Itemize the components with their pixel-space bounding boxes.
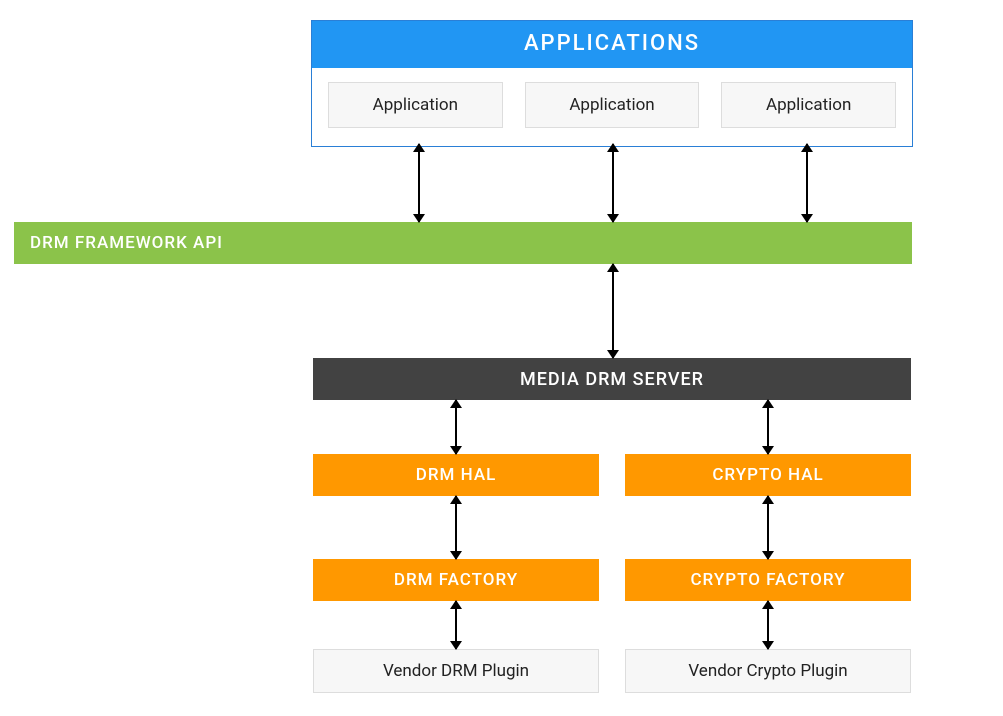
crypto-hal-box: CRYPTO HAL [625,454,911,496]
application-box: Application [525,82,700,128]
crypto-factory-box: CRYPTO FACTORY [625,559,911,601]
arrow-drm-factory-vendor [455,601,457,649]
vendor-crypto-plugin-box: Vendor Crypto Plugin [625,649,911,693]
drm-factory-box: DRM FACTORY [313,559,599,601]
drm-hal-box: DRM HAL [313,454,599,496]
applications-header: APPLICATIONS [312,21,912,68]
diagram-stage: APPLICATIONS Application Application App… [0,0,1003,716]
applications-container: APPLICATIONS Application Application App… [311,20,913,147]
arrow-crypto-factory-vendor [767,601,769,649]
application-box: Application [721,82,896,128]
arrow-app2-api [612,144,614,222]
applications-row: Application Application Application [312,68,912,146]
arrow-server-drm-hal [455,400,457,454]
vendor-drm-plugin-box: Vendor DRM Plugin [313,649,599,693]
application-box: Application [328,82,503,128]
arrow-crypto-hal-factory [767,496,769,559]
arrow-api-server [612,264,614,358]
arrow-app1-api [418,144,420,222]
media-drm-server-bar: MEDIA DRM SERVER [313,358,911,400]
arrow-app3-api [806,144,808,222]
drm-framework-api-bar: DRM FRAMEWORK API [14,222,912,264]
arrow-server-crypto-hal [767,400,769,454]
arrow-drm-hal-factory [455,496,457,559]
